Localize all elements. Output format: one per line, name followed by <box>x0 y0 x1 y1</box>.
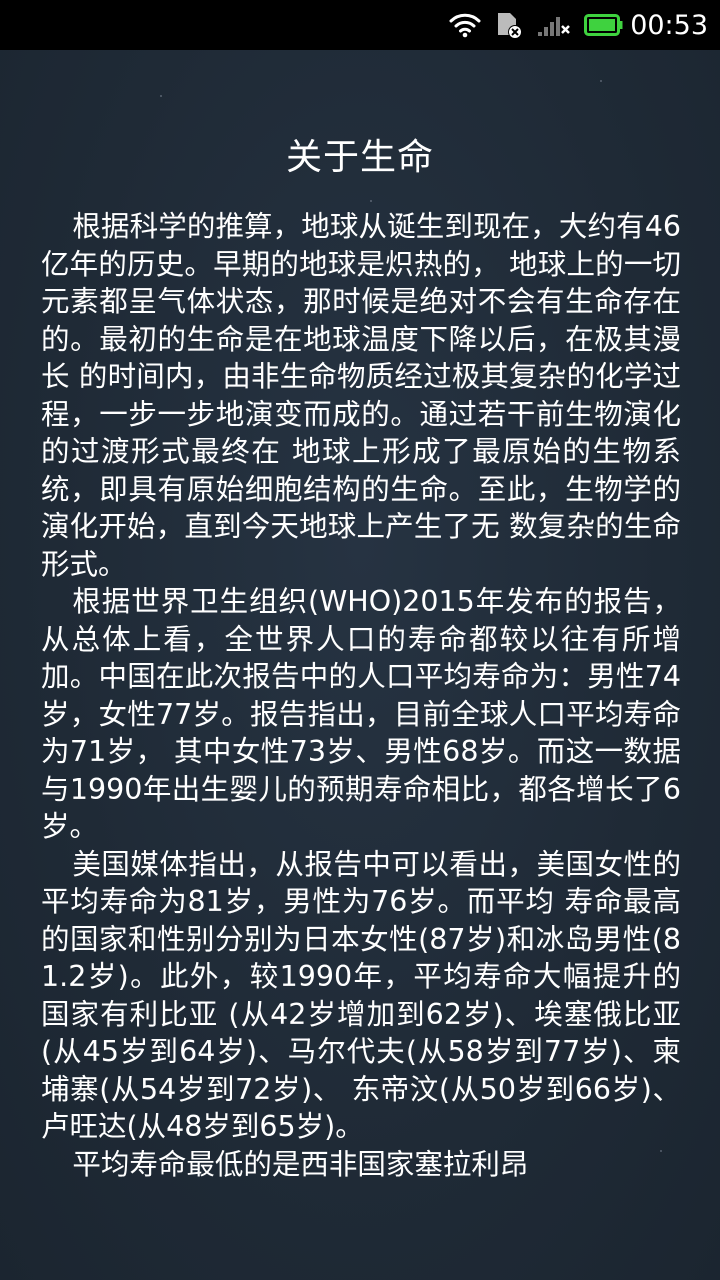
article-paragraph: 根据世界卫生组织(WHO)2015年发布的报告，从总体上看，全世界人口的寿命都较… <box>41 585 681 843</box>
article-paragraph: 根据科学的推算，地球从诞生到现在，大约有46亿年的历史。早期的地球是炽热的， 地… <box>41 210 681 581</box>
sim-card-disabled-icon <box>494 11 524 39</box>
article-body: 根据科学的推算，地球从诞生到现在，大约有46亿年的历史。早期的地球是炽热的， 地… <box>41 208 681 1183</box>
article-title: 关于生命 <box>285 137 434 178</box>
article-paragraph: 美国媒体指出，从报告中可以看出，美国女性的平均寿命为81岁，男性为76岁。而平均… <box>41 847 681 1144</box>
article-paragraph: 平均寿命最低的是西非国家塞拉利昂 <box>72 1147 529 1181</box>
signal-no-service-icon <box>536 12 572 38</box>
status-bar: 00:53 <box>0 0 720 50</box>
battery-icon <box>584 12 624 38</box>
article-view[interactable]: 关于生命 根据科学的推算，地球从诞生到现在，大约有46亿年的历史。早期的地球是炽… <box>0 50 720 1280</box>
clock: 00:53 <box>630 9 708 41</box>
wifi-icon <box>448 12 482 38</box>
